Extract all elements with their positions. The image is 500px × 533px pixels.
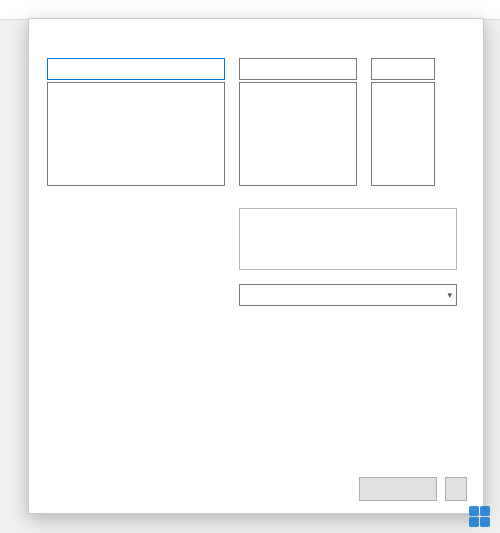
font-column xyxy=(47,55,225,186)
font-input[interactable] xyxy=(47,58,225,80)
sample-group xyxy=(239,208,457,270)
script-group: ▾ xyxy=(239,284,457,306)
cancel-button[interactable] xyxy=(445,477,467,501)
style-listbox[interactable] xyxy=(239,82,357,186)
parent-menu xyxy=(0,0,500,20)
columns xyxy=(47,55,465,186)
size-column xyxy=(371,55,435,186)
ok-button[interactable] xyxy=(359,477,437,501)
style-column xyxy=(239,55,357,186)
size-input[interactable] xyxy=(371,58,435,80)
button-row xyxy=(359,477,467,501)
dialog-body: ▾ xyxy=(29,49,483,316)
script-combobox[interactable]: ▾ xyxy=(239,284,457,306)
close-button[interactable] xyxy=(445,20,483,48)
style-input[interactable] xyxy=(239,58,357,80)
titlebar xyxy=(29,19,483,49)
font-listbox[interactable] xyxy=(47,82,225,186)
size-listbox[interactable] xyxy=(371,82,435,186)
chevron-down-icon: ▾ xyxy=(447,290,452,301)
font-dialog: ▾ xyxy=(28,18,484,514)
sample-preview xyxy=(239,208,457,270)
